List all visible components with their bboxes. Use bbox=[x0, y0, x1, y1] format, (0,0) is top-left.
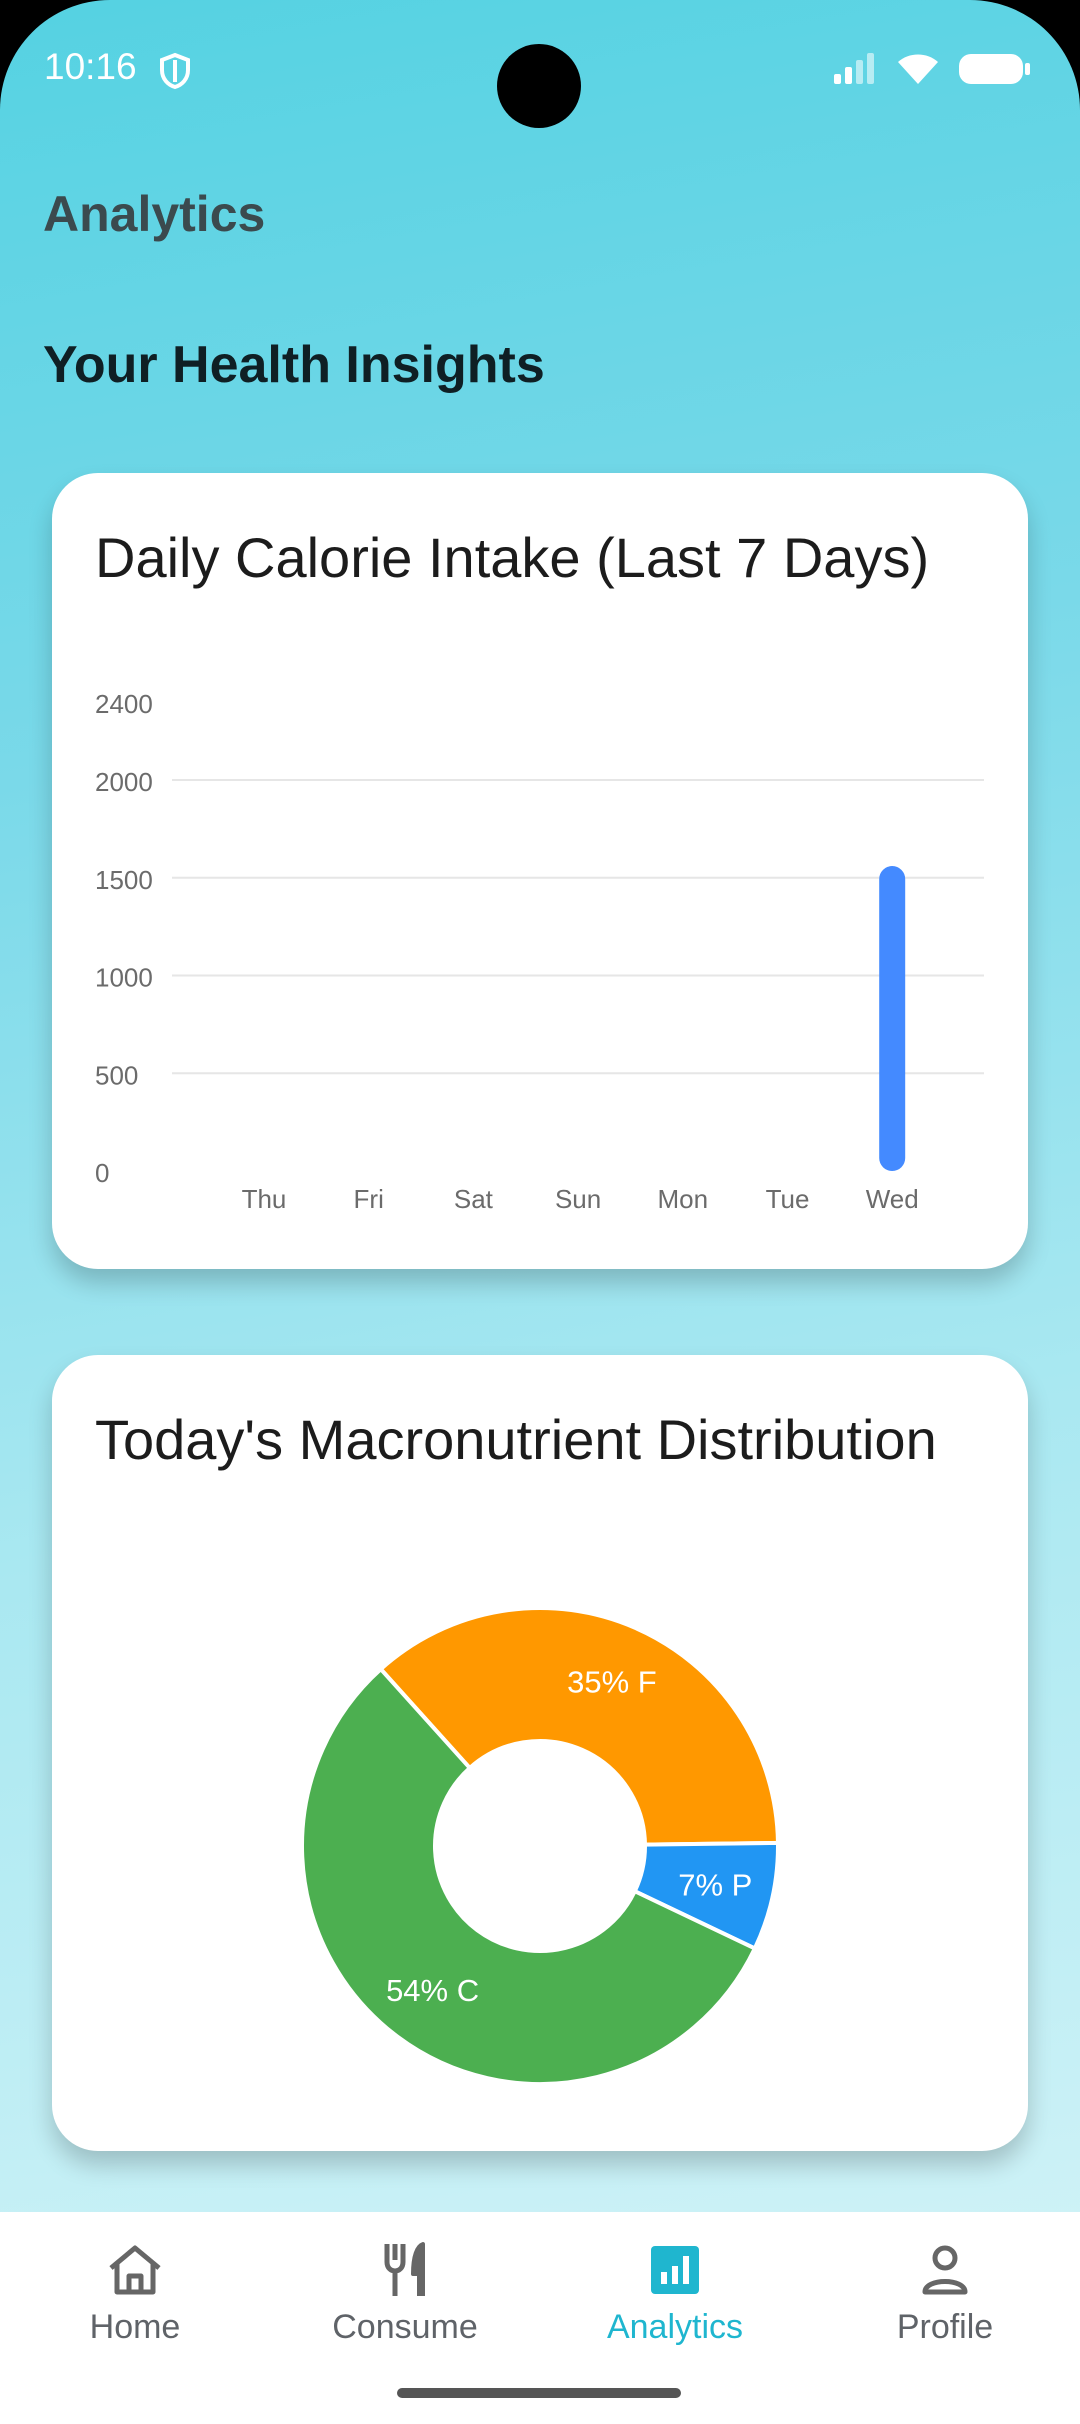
status-time: 10:16 bbox=[44, 46, 137, 87]
status-bar: 10:16 bbox=[0, 0, 1080, 140]
fork-knife-icon bbox=[384, 2242, 425, 2296]
nav-profile-label: Profile bbox=[896, 2308, 994, 2346]
signal-icon bbox=[834, 53, 874, 84]
home-indicator bbox=[397, 2388, 681, 2398]
y-tick-label: 1500 bbox=[95, 865, 153, 895]
donut-slice-label: 35% F bbox=[567, 1665, 657, 1700]
wifi-icon bbox=[898, 54, 938, 84]
shield-icon bbox=[160, 52, 190, 90]
system-icons bbox=[832, 52, 1032, 86]
home-icon bbox=[109, 2245, 161, 2295]
bar-wed bbox=[879, 866, 906, 1171]
calorie-chart-card: Daily Calorie Intake (Last 7 Days) 0 500 1… bbox=[52, 473, 1028, 1269]
y-tick-label: 0 bbox=[95, 1158, 109, 1188]
person-icon bbox=[922, 2245, 968, 2295]
section-title: Your Health Insights bbox=[43, 336, 545, 394]
bottom-navigation: Home Consume Analytics Profile bbox=[0, 2212, 1080, 2424]
nav-consume[interactable]: Consume bbox=[270, 2238, 540, 2347]
x-tick-label: Wed bbox=[866, 1184, 919, 1214]
x-tick-label: Sun bbox=[555, 1184, 601, 1214]
nav-consume-label: Consume bbox=[332, 2308, 478, 2346]
macronutrient-card: Today's Macronutrient Distribution 35% F… bbox=[52, 1355, 1028, 2151]
x-tick-label: Tue bbox=[766, 1184, 810, 1214]
nav-analytics-label: Analytics bbox=[606, 2308, 744, 2346]
analytics-icon bbox=[651, 2246, 699, 2294]
phone-screen: 10:16 Analytics Your Health Insights Dai bbox=[0, 0, 1080, 2424]
y-tick-label: 2400 bbox=[95, 689, 153, 719]
camera-cutout bbox=[497, 44, 581, 128]
x-tick-label: Fri bbox=[354, 1184, 384, 1214]
donut-slice-label: 54% C bbox=[386, 1973, 479, 2008]
calorie-bar-chart: 0 500 1000 1500 2000 2400 Thu Fri Sat Sun Mon Tue We… bbox=[95, 689, 984, 1214]
nav-analytics[interactable]: Analytics bbox=[540, 2238, 810, 2347]
y-tick-label: 1000 bbox=[95, 963, 153, 993]
battery-icon bbox=[959, 54, 1030, 84]
y-tick-label: 2000 bbox=[95, 767, 153, 797]
page-title: Analytics bbox=[43, 186, 266, 242]
y-tick-label: 500 bbox=[95, 1060, 138, 1090]
x-tick-label: Thu bbox=[242, 1184, 287, 1214]
nav-profile[interactable]: Profile bbox=[810, 2238, 1080, 2347]
nav-home[interactable]: Home bbox=[0, 2238, 270, 2347]
x-tick-label: Mon bbox=[658, 1184, 709, 1214]
x-tick-label: Sat bbox=[454, 1184, 494, 1214]
macronutrient-donut-chart: 35% F 7% P 54% C bbox=[300, 1606, 781, 2087]
donut-slice-label: 7% P bbox=[678, 1867, 752, 1902]
nav-home-label: Home bbox=[89, 2308, 181, 2346]
